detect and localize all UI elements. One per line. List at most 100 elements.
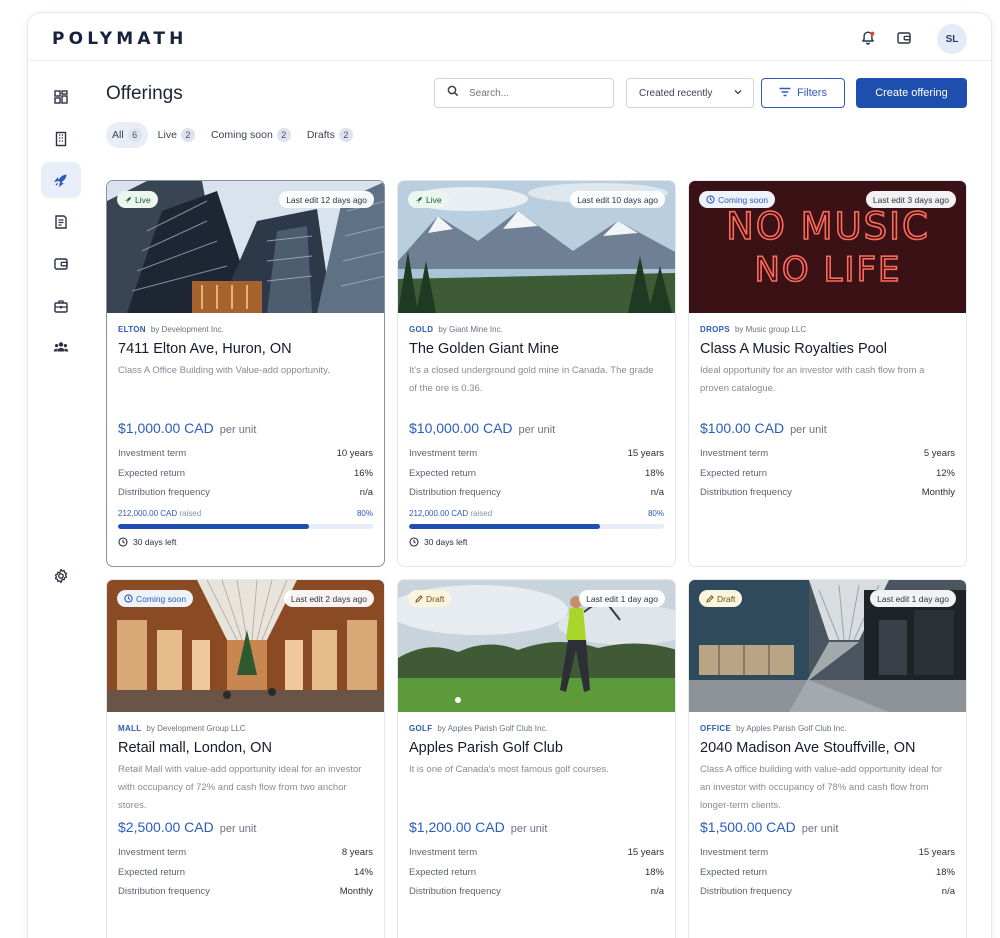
- last-edit-badge: Last edit 1 day ago: [579, 590, 665, 607]
- unit-price: $2,500.00 CAD per unit: [118, 819, 257, 835]
- offering-card-drops[interactable]: NO MUSIC NO LIFE Coming soon Last edit 3…: [688, 180, 967, 567]
- unit-price: $100.00 CAD per unit: [700, 420, 827, 436]
- ticker-line: GOLF by Apples Parish Golf Club Inc.: [409, 724, 664, 736]
- status-badge: Coming soon: [117, 590, 194, 607]
- offering-card-golf[interactable]: Draft Last edit 1 day ago GOLF by Apples …: [397, 579, 676, 938]
- terms-list: Investment term 15 years Expected return 1…: [409, 444, 664, 503]
- tab-label: Coming soon: [210, 129, 273, 141]
- term-row: Expected return 18%: [409, 467, 664, 479]
- offering-card-elton[interactable]: Live Last edit 12 days ago ELTON by Devel…: [106, 180, 385, 567]
- terms-list: Investment term 10 years Expected return 1…: [118, 444, 373, 503]
- logo: POLYMATH: [52, 29, 188, 49]
- terms-list: Investment term 8 years Expected return 14…: [118, 843, 373, 902]
- chevron-down-icon: [733, 87, 743, 100]
- term-row: Investment term 15 years: [409, 847, 664, 859]
- term-row: Distribution frequency Monthly: [700, 487, 955, 499]
- progress-fill: [409, 523, 601, 529]
- days-left: 30 days left: [409, 537, 664, 547]
- filters-label: Filters: [797, 87, 827, 99]
- term-row: Distribution frequency n/a: [409, 886, 664, 898]
- term-row: Expected return 14%: [118, 866, 373, 878]
- ticker-line: OFFICE by Apples Parish Golf Club Inc.: [700, 724, 955, 736]
- card-title: The Golden Giant Mine: [409, 341, 559, 357]
- briefcase-icon[interactable]: [41, 288, 81, 324]
- dashboard-icon[interactable]: [41, 79, 81, 115]
- rocket-icon[interactable]: [41, 162, 81, 198]
- unit-price: $1,200.00 CAD per unit: [409, 819, 548, 835]
- raise-progress-bar: [118, 523, 373, 529]
- wallet-icon[interactable]: [894, 28, 914, 48]
- term-row: Expected return 12%: [700, 467, 955, 479]
- wallet-nav-icon[interactable]: [41, 246, 81, 282]
- ticker: MALL: [118, 724, 142, 733]
- term-row: Expected return 18%: [409, 866, 664, 878]
- card-body: GOLF by Apples Parish Golf Club Inc. Appl…: [409, 724, 664, 902]
- settings-icon[interactable]: [41, 558, 81, 594]
- sort-label: Created recently: [639, 87, 713, 99]
- issuer: by Apples Parish Golf Club Inc.: [736, 724, 847, 733]
- sort-dropdown[interactable]: Created recently: [626, 78, 754, 108]
- card-title: Class A Music Royalties Pool: [700, 341, 887, 357]
- last-edit-badge: Last edit 3 days ago: [865, 191, 956, 208]
- card-title: 7411 Elton Ave, Huron, ON: [118, 341, 292, 357]
- card-description: Class A office building with value-add o…: [700, 764, 943, 811]
- filter-icon: [779, 87, 791, 100]
- notification-bell-icon[interactable]: [858, 28, 878, 48]
- pencil-icon: [706, 594, 714, 603]
- page-title: Offerings: [106, 83, 183, 104]
- top-bar: POLYMATH SL: [28, 13, 991, 61]
- issuer: by Giant Mine Inc.: [438, 325, 503, 334]
- search-box[interactable]: [434, 78, 614, 108]
- document-icon[interactable]: [41, 204, 81, 240]
- last-edit-badge: Last edit 12 days ago: [279, 191, 374, 208]
- card-body: OFFICE by Apples Parish Golf Club Inc. 20…: [700, 724, 955, 902]
- status-badge: Live: [408, 191, 449, 208]
- term-row: Distribution frequency n/a: [118, 487, 373, 499]
- term-row: Distribution frequency n/a: [700, 886, 955, 898]
- offering-card-mall[interactable]: Coming soon Last edit 2 days ago MALL by …: [106, 579, 385, 938]
- offering-image-skyscrapers: Live Last edit 12 days ago: [107, 181, 384, 313]
- offering-image-mountains: Live Last edit 10 days ago: [398, 181, 675, 313]
- status-tabs: All 6 Live 2 Coming soon 2 Drafts 2: [106, 122, 359, 148]
- search-input[interactable]: [469, 87, 589, 99]
- building-icon[interactable]: [41, 121, 81, 157]
- card-body: DROPS by Music group LLC Class A Music Ro…: [700, 325, 955, 503]
- app-window: POLYMATH SL Offerings Search... Created …: [27, 12, 992, 938]
- tab-count: 2: [338, 128, 353, 142]
- term-row: Investment term 5 years: [700, 448, 955, 460]
- issuer: by Apples Parish Golf Club Inc.: [437, 724, 548, 733]
- tab-coming-soon[interactable]: Coming soon 2: [205, 122, 297, 148]
- user-avatar[interactable]: SL: [937, 24, 967, 54]
- clock-icon: [409, 536, 419, 547]
- filters-button[interactable]: Filters: [761, 78, 845, 108]
- tab-label: All: [112, 129, 124, 141]
- last-edit-badge: Last edit 2 days ago: [283, 590, 374, 607]
- raised-line: 212,000.00 CAD raised 80%: [118, 508, 373, 518]
- search-icon: [447, 84, 459, 102]
- ticker: ELTON: [118, 325, 146, 334]
- card-description: It is one of Canada's most famous golf c…: [409, 764, 609, 775]
- neon-text-line: NO MUSIC: [726, 205, 930, 248]
- rocket-icon: [416, 196, 422, 203]
- offering-image-neon-sign: NO MUSIC NO LIFE Coming soon Last edit 3…: [689, 181, 966, 313]
- tab-live[interactable]: Live 2: [152, 122, 201, 148]
- create-offering-button[interactable]: Create offering: [856, 78, 967, 108]
- ticker-line: MALL by Development Group LLC: [118, 724, 373, 736]
- offering-card-gold[interactable]: Live Last edit 10 days ago GOLD by Giant …: [397, 180, 676, 567]
- offering-image-golfer: Draft Last edit 1 day ago: [398, 580, 675, 712]
- tab-drafts[interactable]: Drafts 2: [301, 122, 359, 148]
- offering-image-shopping-mall: Coming soon Last edit 2 days ago: [107, 580, 384, 712]
- tab-label: Live: [157, 129, 177, 141]
- ticker-line: ELTON by Development Inc.: [118, 325, 373, 337]
- users-icon[interactable]: [41, 329, 81, 365]
- unit-price: $1,500.00 CAD per unit: [700, 819, 839, 835]
- tab-count: 2: [180, 128, 195, 142]
- tab-label: Drafts: [306, 129, 335, 141]
- ticker-line: DROPS by Music group LLC: [700, 325, 955, 337]
- status-badge: Coming soon: [699, 191, 776, 208]
- card-description: Ideal opportunity for an investor with c…: [700, 365, 925, 394]
- tab-all[interactable]: All 6: [106, 122, 148, 148]
- unit-price: $10,000.00 CAD per unit: [409, 420, 556, 436]
- offering-card-office[interactable]: Draft Last edit 1 day ago OFFICE by Apple…: [688, 579, 967, 938]
- term-row: Investment term 15 years: [700, 847, 955, 859]
